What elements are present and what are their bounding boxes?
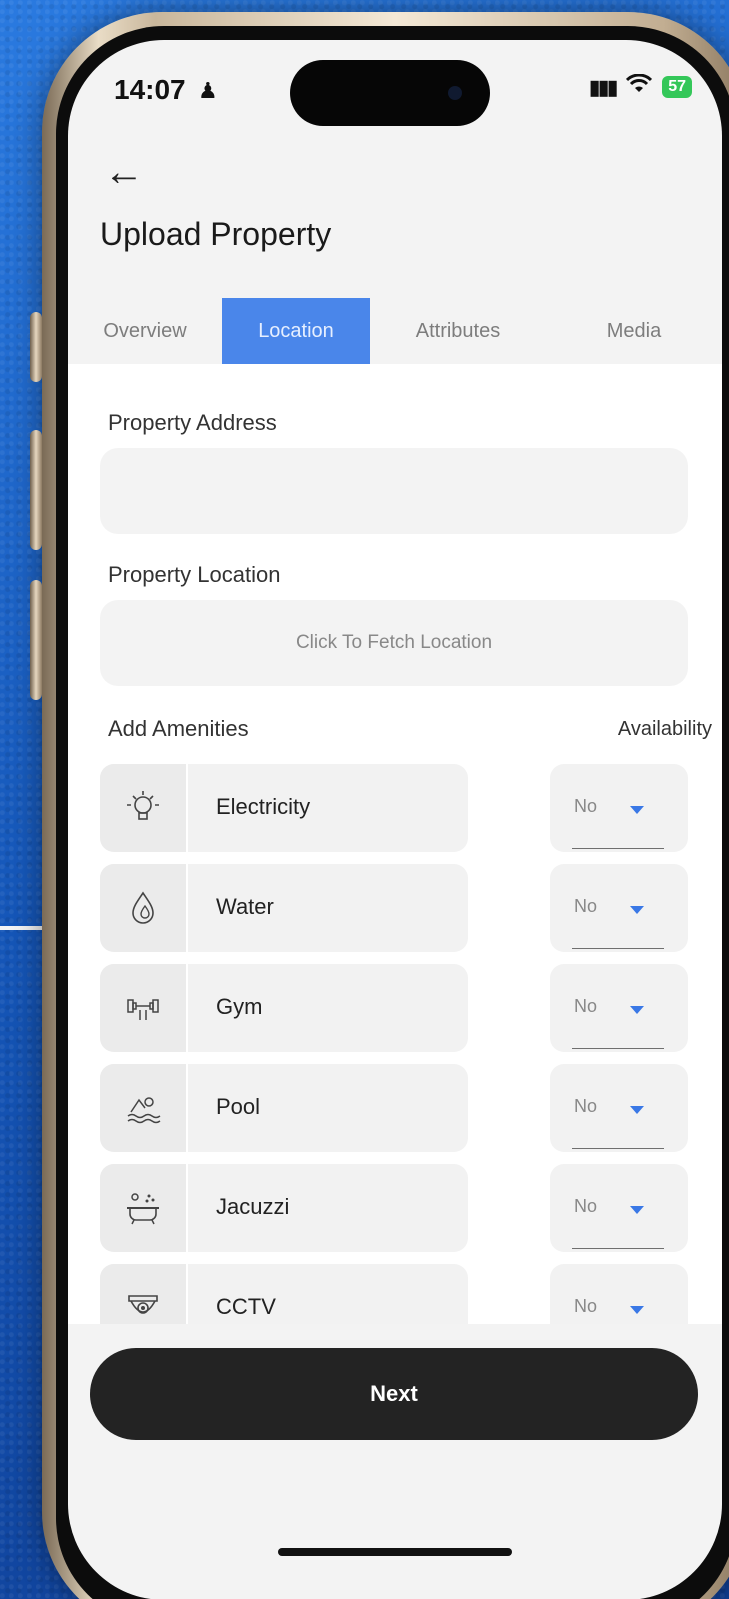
bathtub-icon	[100, 1164, 188, 1252]
tab-media[interactable]: Media	[546, 298, 722, 364]
amenity-card: Electricity	[100, 764, 468, 852]
amenity-card: CCTV	[100, 1264, 468, 1324]
dynamic-island	[290, 60, 490, 126]
home-indicator[interactable]	[278, 1548, 512, 1556]
select-value: No	[574, 1196, 598, 1216]
amenity-card: Gym	[100, 964, 468, 1052]
select-underline	[572, 848, 664, 849]
background-line	[0, 926, 44, 930]
availability-select-pool[interactable]: No	[550, 1064, 688, 1152]
phone-screen: 14:07 ♟ ▮▮▮ 57 ← Upload Property Overvie…	[68, 40, 722, 1599]
availability-label: Availability	[617, 718, 712, 740]
dumbbell-icon	[100, 964, 188, 1052]
amenity-row-water: Water No	[100, 864, 688, 952]
front-camera	[448, 86, 462, 100]
fetch-location-button[interactable]: Click To Fetch Location	[100, 600, 688, 686]
availability-select-electricity[interactable]: No	[550, 764, 688, 852]
add-amenities-label: Add Amenities	[108, 716, 249, 741]
availability-select-water[interactable]: No	[550, 864, 688, 952]
amenity-card: Jacuzzi	[100, 1164, 468, 1252]
amenity-row-cctv: CCTV No	[100, 1264, 688, 1324]
select-underline	[572, 948, 664, 949]
select-value: No	[574, 796, 598, 816]
battery-indicator: 57	[662, 76, 692, 98]
amenity-card: Pool	[100, 1064, 468, 1152]
tab-attributes[interactable]: Attributes	[370, 298, 546, 364]
availability-select-jacuzzi[interactable]: No	[550, 1164, 688, 1252]
next-button[interactable]: Next	[90, 1348, 698, 1440]
amenity-name: Water	[216, 894, 274, 919]
amenity-name: CCTV	[216, 1294, 276, 1319]
amenity-name: Jacuzzi	[216, 1194, 290, 1219]
tab-location[interactable]: Location	[222, 298, 370, 364]
amenity-name: Gym	[216, 994, 263, 1019]
select-value: No	[574, 996, 598, 1016]
amenity-name: Pool	[216, 1094, 261, 1119]
person-icon: ♟	[198, 78, 218, 103]
caret-down-icon	[630, 906, 644, 914]
caret-down-icon	[630, 1206, 644, 1214]
cellular-signal-icon: ▮▮▮	[589, 76, 618, 99]
availability-select-cctv[interactable]: No	[550, 1264, 688, 1324]
select-underline	[572, 1048, 664, 1049]
amenity-row-pool: Pool No	[100, 1064, 688, 1152]
select-value: No	[574, 1296, 598, 1316]
availability-select-gym[interactable]: No	[550, 964, 688, 1052]
select-value: No	[574, 896, 598, 916]
caret-down-icon	[630, 806, 644, 814]
volume-up-button	[30, 430, 42, 550]
amenity-card: Water	[100, 864, 468, 952]
action-button	[30, 312, 42, 382]
property-address-input[interactable]	[100, 448, 688, 534]
wifi-icon	[626, 73, 653, 100]
form-content: Property Address Property Location Click…	[68, 364, 722, 1324]
swimmer-icon	[100, 1064, 188, 1152]
tab-overview[interactable]: Overview	[68, 298, 222, 364]
amenity-name: Electricity	[216, 794, 311, 819]
status-time: 14:07	[114, 74, 186, 105]
back-arrow-icon[interactable]: ←	[104, 152, 144, 192]
amenity-row-electricity: Electricity No	[100, 764, 688, 852]
select-value: No	[574, 1096, 598, 1116]
caret-down-icon	[630, 1106, 644, 1114]
water-drop-icon	[100, 864, 188, 952]
tab-bar: Overview Location Attributes Media	[68, 298, 722, 364]
property-address-label: Property Address	[108, 410, 277, 435]
select-underline	[572, 1148, 664, 1149]
page-title: Upload Property	[100, 216, 332, 252]
property-location-label: Property Location	[108, 562, 281, 587]
status-indicators: ▮▮▮ 57	[589, 73, 692, 100]
cctv-camera-icon	[100, 1264, 188, 1324]
caret-down-icon	[630, 1306, 644, 1314]
select-underline	[572, 1248, 664, 1249]
volume-down-button	[30, 580, 42, 700]
lightbulb-icon	[100, 764, 188, 852]
amenity-row-gym: Gym No	[100, 964, 688, 1052]
amenity-row-jacuzzi: Jacuzzi No	[100, 1164, 688, 1252]
caret-down-icon	[630, 1006, 644, 1014]
